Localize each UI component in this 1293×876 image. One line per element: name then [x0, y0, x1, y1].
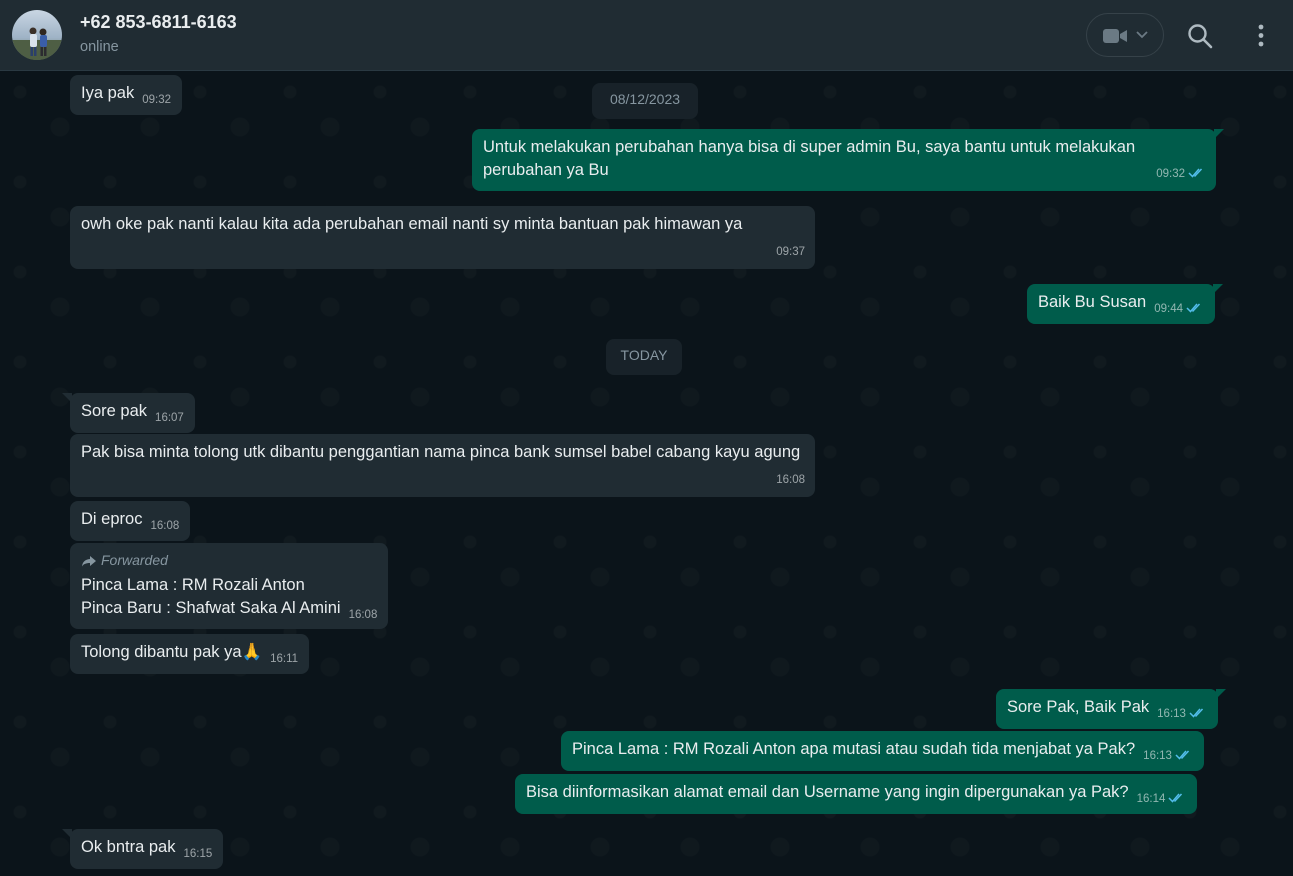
- video-call-button[interactable]: [1086, 13, 1164, 57]
- search-icon[interactable]: [1186, 22, 1214, 50]
- incoming-message[interactable]: Tolong dibantu pak ya🙏 16:11: [70, 634, 310, 674]
- contact-name[interactable]: +62 853-6811-6163: [80, 12, 237, 33]
- chat-header: +62 853-6811-6163 online: [0, 0, 1293, 71]
- message-text: Sore Pak, Baik Pak: [1007, 698, 1150, 716]
- incoming-message[interactable]: Ok bntra pak 16:15: [61, 829, 224, 869]
- kebab-menu-icon[interactable]: [1249, 22, 1273, 50]
- date-separator: TODAY: [606, 339, 682, 375]
- message-text-line: Pinca Baru : Shafwat Saka Al Amini: [81, 599, 341, 617]
- message-text: Untuk melakukan perubahan hanya bisa di …: [483, 138, 1136, 179]
- outgoing-message[interactable]: Bisa diinformasikan alamat email dan Use…: [515, 774, 1198, 814]
- incoming-message[interactable]: Di eproc 16:08: [70, 501, 191, 541]
- message-text: Pinca Lama : RM Rozali Anton apa mutasi …: [572, 740, 1136, 758]
- message-time: 16:07: [155, 412, 184, 424]
- outgoing-message[interactable]: Sore Pak, Baik Pak 16:13: [996, 689, 1226, 729]
- message-text: Tolong dibantu pak ya🙏: [81, 643, 263, 661]
- message-meta: 16:14: [1137, 793, 1187, 805]
- forwarded-message[interactable]: Forwarded Pinca Lama : RM Rozali Anton P…: [70, 543, 389, 629]
- message-text: Baik Bu Susan: [1038, 293, 1147, 311]
- outgoing-message[interactable]: Untuk melakukan perubahan hanya bisa di …: [472, 129, 1224, 191]
- date-separator: 08/12/2023: [592, 83, 698, 119]
- contact-status: online: [80, 39, 119, 55]
- message-meta: 16:13: [1157, 708, 1207, 720]
- read-receipt-icon: [1186, 303, 1201, 314]
- message-meta: 09:32: [1156, 163, 1206, 186]
- outgoing-message[interactable]: Pinca Lama : RM Rozali Anton apa mutasi …: [561, 731, 1204, 771]
- read-receipt-icon: [1175, 750, 1190, 761]
- message-time: 16:08: [150, 520, 180, 532]
- message-time: 16:08: [776, 474, 805, 486]
- incoming-message[interactable]: Pak bisa minta tolong utk dibantu pengga…: [70, 434, 815, 497]
- message-time: 09:32: [142, 94, 171, 106]
- message-meta: 16:13: [1143, 750, 1193, 762]
- message-text: Bisa diinformasikan alamat email dan Use…: [526, 783, 1129, 801]
- message-time: 16:15: [183, 848, 213, 860]
- read-receipt-icon: [1168, 793, 1183, 804]
- message-text: Iya pak: [81, 84, 135, 102]
- incoming-message[interactable]: owh oke pak nanti kalau kita ada perubah…: [70, 206, 815, 269]
- message-text: Pak bisa minta tolong utk dibantu pengga…: [81, 443, 801, 461]
- message-time: 09:37: [776, 246, 805, 258]
- contact-avatar[interactable]: [12, 10, 62, 60]
- read-receipt-icon: [1188, 168, 1203, 179]
- read-receipt-icon: [1189, 708, 1203, 719]
- message-text: Ok bntra pak: [81, 838, 176, 856]
- message-text: owh oke pak nanti kalau kita ada perubah…: [81, 215, 743, 233]
- message-time: 16:11: [270, 653, 299, 665]
- incoming-message[interactable]: Iya pak 09:32: [70, 75, 182, 115]
- message-text: Di eproc: [81, 510, 143, 528]
- message-list[interactable]: Iya pak 09:32 08/12/2023 Untuk melakukan …: [0, 72, 1293, 876]
- outgoing-message[interactable]: Baik Bu Susan 09:44: [1027, 284, 1224, 324]
- message-text-line: Pinca Lama : RM Rozali Anton: [81, 576, 305, 594]
- incoming-message[interactable]: Sore pak 16:07: [62, 393, 195, 433]
- chevron-down-icon: [1136, 31, 1148, 39]
- message-time: 16:08: [348, 609, 378, 621]
- video-camera-icon: [1103, 29, 1127, 43]
- message-text: Sore pak: [81, 402, 148, 420]
- forwarded-indicator: Forwarded: [81, 551, 377, 569]
- message-meta: 09:44: [1154, 303, 1204, 315]
- forward-arrow-icon: [82, 556, 96, 567]
